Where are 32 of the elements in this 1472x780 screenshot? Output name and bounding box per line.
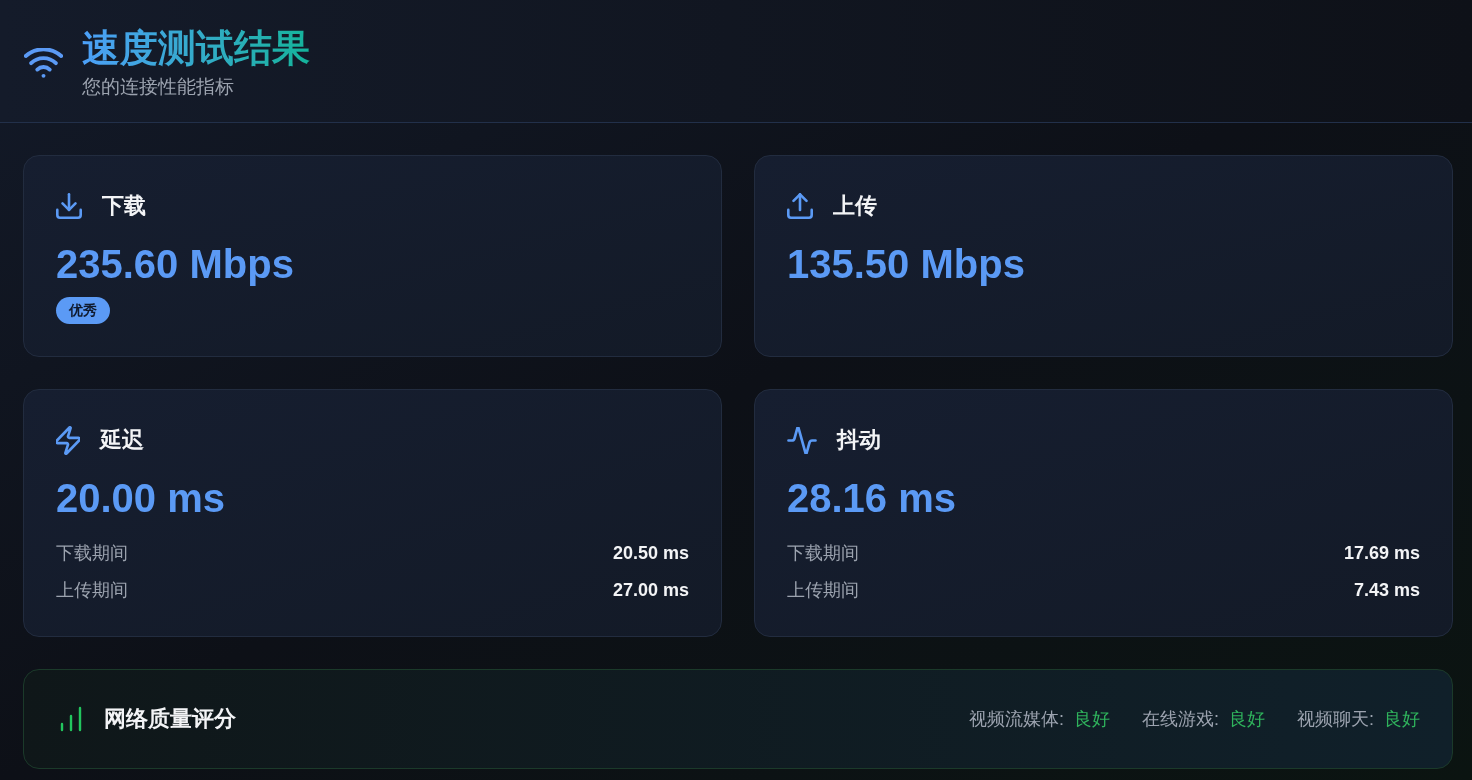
page-subtitle: 您的连接性能指标 [82, 75, 235, 99]
page-title: 速度测试结果 [82, 26, 310, 70]
detail-label: 下载期间 [56, 542, 128, 565]
quality-value: 良好 [1229, 708, 1265, 731]
metric-value: 28.16 ms [787, 475, 957, 522]
detail-label: 下载期间 [787, 542, 859, 565]
quality-title: 网络质量评分 [104, 705, 236, 733]
detail-label: 上传期间 [787, 579, 859, 602]
detail-label: 上传期间 [56, 579, 128, 602]
lightning-bolt-icon [56, 425, 80, 455]
card-title: 延迟 [100, 426, 144, 454]
quality-value: 良好 [1384, 708, 1420, 731]
quality-value: 良好 [1073, 708, 1110, 731]
card-title: 下载 [102, 192, 146, 220]
detail-value: 20.50 ms [612, 542, 689, 565]
metric-value: 235.60 Mbps [56, 241, 294, 288]
detail-value: 17.69 ms [1343, 542, 1420, 565]
card-title: 上传 [833, 192, 877, 220]
signal-bars-icon [60, 706, 82, 732]
download-icon [56, 193, 82, 219]
quality-label: 视频聊天: [1297, 708, 1374, 731]
metric-value: 135.50 Mbps [787, 241, 1025, 288]
wifi-icon [24, 48, 63, 78]
upload-icon [787, 193, 813, 219]
quality-label: 在线游戏: [1141, 708, 1219, 731]
metric-value: 20.00 ms [56, 475, 226, 522]
quality-label: 视频流媒体: [968, 708, 1064, 731]
pulse-line-icon [787, 426, 817, 454]
detail-value: 7.43 ms [1353, 579, 1420, 602]
card-title: 抖动 [837, 426, 881, 454]
detail-value: 27.00 ms [612, 579, 689, 602]
rating-badge: 优秀 [56, 297, 110, 324]
